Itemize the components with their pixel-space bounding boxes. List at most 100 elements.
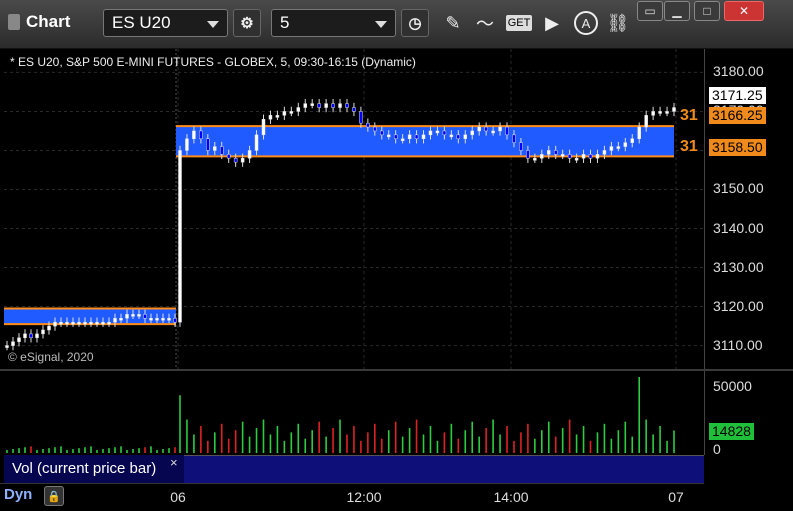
- volume-bar: [589, 440, 592, 453]
- x-tick: 12:00: [346, 489, 382, 505]
- candle-body: [296, 107, 301, 112]
- volume-bar: [200, 425, 202, 453]
- volume-bar: [262, 419, 265, 453]
- candle-body: [560, 154, 565, 157]
- symbol-combo[interactable]: ES U20: [103, 9, 228, 37]
- candle-body: [463, 134, 468, 140]
- candle-body: [519, 142, 523, 151]
- candle-body: [477, 126, 481, 132]
- volume-axis[interactable]: 50000 14828 0: [704, 371, 793, 457]
- x-tick: 07: [668, 489, 684, 505]
- candle-body: [17, 337, 21, 342]
- candle-body: [637, 126, 641, 140]
- price-band: [4, 308, 176, 325]
- volume-bar: [339, 419, 341, 453]
- candle-body: [226, 154, 231, 159]
- pencil-icon[interactable]: ✎: [441, 11, 465, 35]
- volume-bar: [520, 432, 522, 453]
- volume-bar: [408, 428, 411, 453]
- candle-body: [435, 130, 440, 134]
- volume-bar: [541, 430, 543, 453]
- volume-bar: [471, 421, 474, 453]
- volume-bar: [527, 423, 529, 453]
- study-icon[interactable]: 〜: [473, 11, 497, 35]
- candle-body: [206, 138, 210, 151]
- pin-icon[interactable]: [8, 14, 20, 30]
- volume-bar: [144, 447, 146, 453]
- volume-bar: [290, 432, 293, 453]
- volume-bar: [659, 425, 661, 453]
- candle-body: [5, 345, 9, 348]
- volume-bar: [186, 419, 188, 453]
- time-axis[interactable]: 06 12:00 14:00 07: [0, 483, 704, 511]
- study-close-button[interactable]: ×: [170, 455, 178, 470]
- close-icon[interactable]: ✕: [724, 1, 764, 21]
- maximize-icon[interactable]: □: [694, 1, 720, 21]
- candle-body: [275, 115, 280, 118]
- link-icon[interactable]: ⛓: [606, 11, 630, 35]
- volume-bar: [554, 436, 557, 453]
- price-axis[interactable]: 3180.003170.003160.003150.003140.003130.…: [704, 49, 793, 369]
- candle-body: [233, 158, 238, 163]
- volume-bar: [108, 448, 110, 453]
- volume-bar: [213, 432, 216, 453]
- price-chart[interactable]: [4, 49, 704, 369]
- y-tick-label: 3130.00: [713, 258, 764, 275]
- candle-body: [53, 321, 57, 327]
- candle-body: [393, 134, 398, 140]
- volume-bar: [478, 436, 480, 453]
- play-icon[interactable]: ▶: [540, 11, 564, 35]
- get-icon[interactable]: GET: [506, 15, 532, 31]
- settings-icon[interactable]: ⚙: [233, 9, 261, 37]
- candle-body: [574, 158, 579, 161]
- volume-bar: [304, 438, 307, 453]
- candle-body: [665, 111, 669, 114]
- volume-bar: [114, 447, 116, 453]
- volume-bar: [638, 377, 641, 453]
- candle-body: [113, 318, 117, 323]
- candle-body: [616, 146, 621, 149]
- copyright: © eSignal, 2020: [8, 350, 94, 364]
- volume-bar: [673, 430, 675, 453]
- volume-bar: [436, 440, 439, 453]
- candle-body: [137, 314, 141, 317]
- x-tick: 14:00: [493, 489, 529, 505]
- volume-bar: [276, 425, 279, 453]
- candle-body: [11, 341, 15, 346]
- candle-body: [484, 126, 488, 132]
- volume-bar: [401, 436, 404, 453]
- candle-body: [41, 329, 45, 335]
- candle-body: [359, 111, 363, 124]
- candle-body: [107, 321, 111, 325]
- candle-body: [219, 146, 224, 155]
- clock-icon[interactable]: ◷: [401, 9, 429, 37]
- interval-combo[interactable]: 5: [271, 9, 396, 37]
- restore-icon[interactable]: ▭: [637, 1, 663, 21]
- candle-body: [380, 130, 384, 136]
- volume-bar: [220, 423, 223, 453]
- volume-bar: [457, 438, 460, 453]
- volume-chart[interactable]: [4, 371, 704, 453]
- candle-body: [386, 134, 391, 138]
- volume-bar: [568, 419, 571, 453]
- candle-body: [609, 146, 614, 151]
- lock-icon[interactable]: 🔒: [44, 486, 64, 506]
- volume-bar: [36, 449, 38, 453]
- dynamic-label[interactable]: Dyn: [4, 486, 32, 503]
- alert-icon[interactable]: A: [574, 11, 598, 35]
- volume-bar: [311, 430, 313, 453]
- volume-bar: [582, 425, 585, 453]
- volume-bar: [318, 421, 320, 453]
- toolbar: Chart ES U20 ⚙ 5 ◷ ✎ 〜 GET ▶ A ⛓ ▭ ▁ □ ✕: [0, 0, 793, 49]
- study-label[interactable]: Vol (current price bar): [4, 455, 184, 483]
- symbol-value: ES U20: [112, 13, 171, 32]
- candle-body: [338, 103, 342, 108]
- volume-bar: [443, 432, 446, 453]
- candle-body: [540, 154, 544, 159]
- candle-body: [449, 134, 454, 138]
- volume-bar: [666, 440, 668, 453]
- minimize-icon[interactable]: ▁: [664, 1, 690, 21]
- candle-body: [282, 111, 287, 116]
- volume-bar: [513, 440, 515, 453]
- volume-bar: [90, 446, 92, 453]
